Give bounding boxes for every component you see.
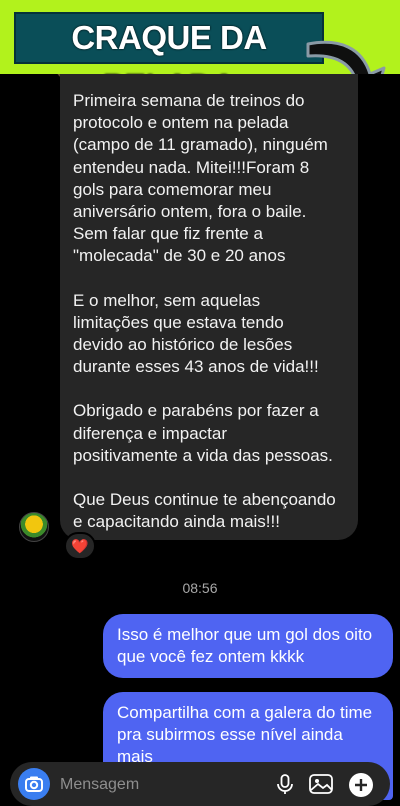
plus-icon[interactable] bbox=[348, 772, 374, 798]
message-paragraph: Obrigado e parabéns por fazer a diferenç… bbox=[73, 401, 333, 465]
message-paragraph: Que Deus continue te abençoando e capaci… bbox=[73, 490, 336, 532]
incoming-message-bubble[interactable]: Primeira semana de treinos do protocolo … bbox=[60, 74, 358, 540]
sender-avatar[interactable] bbox=[19, 512, 49, 542]
heart-icon[interactable]: ❤️ bbox=[64, 532, 96, 560]
message-input[interactable]: Mensagem bbox=[60, 776, 139, 794]
outgoing-message-bubble[interactable]: Isso é melhor que um gol dos oito que vo… bbox=[103, 614, 393, 678]
message-composer[interactable]: Mensagem bbox=[10, 762, 390, 806]
image-icon[interactable] bbox=[308, 772, 334, 796]
chat-thread[interactable]: Primeira semana de treinos do protocolo … bbox=[0, 74, 400, 800]
promo-banner: CRAQUE DA PELADA bbox=[0, 0, 400, 114]
message-paragraph: Primeira semana de treinos do protocolo … bbox=[73, 91, 328, 266]
message-timestamp: 08:56 bbox=[182, 580, 218, 596]
camera-icon[interactable] bbox=[18, 768, 50, 800]
banner-title: CRAQUE DA PELADA bbox=[14, 12, 324, 104]
message-paragraph: E o melhor, sem aquelas limitações que e… bbox=[73, 290, 319, 377]
microphone-icon[interactable] bbox=[273, 772, 297, 796]
